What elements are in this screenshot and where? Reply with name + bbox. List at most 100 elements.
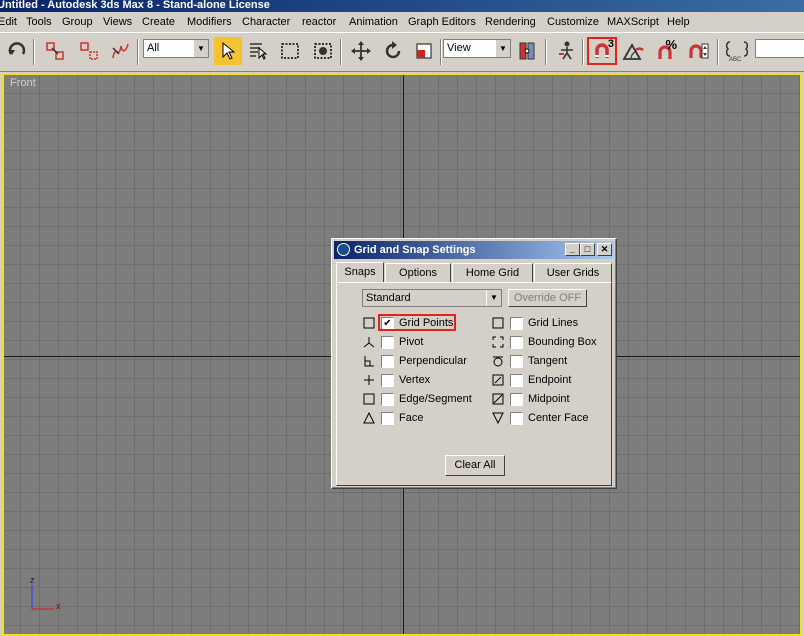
menu-tools[interactable]: Tools bbox=[26, 16, 52, 28]
app-logo-icon bbox=[337, 243, 350, 256]
bounding-box-label: Bounding Box bbox=[528, 336, 597, 348]
move-icon bbox=[351, 41, 371, 61]
perpendicular-checkbox[interactable] bbox=[381, 355, 394, 368]
reference-coordinate-dropdown[interactable]: View ▼ bbox=[443, 39, 511, 58]
close-button[interactable]: ✕ bbox=[597, 243, 612, 256]
edge-segment-checkbox[interactable] bbox=[381, 393, 394, 406]
select-and-move-button[interactable] bbox=[348, 37, 374, 65]
snap-option-tangent[interactable]: Tangent bbox=[491, 354, 611, 370]
tab-snaps[interactable]: Snaps bbox=[336, 262, 384, 283]
menu-rendering[interactable]: Rendering bbox=[485, 16, 536, 28]
snap-option-grid-lines[interactable]: Grid Lines bbox=[491, 316, 611, 332]
use-pivot-center-button[interactable] bbox=[514, 37, 540, 65]
face-checkbox[interactable] bbox=[381, 412, 394, 425]
select-by-name-icon bbox=[250, 43, 268, 60]
toolbar-separator bbox=[717, 39, 719, 65]
midpoint-icon bbox=[491, 392, 505, 406]
svg-text:ABC: ABC bbox=[729, 57, 742, 63]
menu-edit[interactable]: Edit bbox=[0, 16, 17, 28]
select-by-name-button[interactable] bbox=[245, 37, 271, 65]
override-off-button[interactable]: Override OFF bbox=[508, 289, 587, 307]
tab-options[interactable]: Options bbox=[385, 263, 451, 283]
selection-filter-dropdown[interactable]: All ▼ bbox=[143, 39, 209, 58]
select-and-manipulate-button[interactable] bbox=[553, 37, 579, 65]
snap-option-pivot[interactable]: Pivot bbox=[362, 335, 482, 351]
rectangular-selection-button[interactable] bbox=[277, 37, 303, 65]
snap-option-grid-points[interactable]: ✔ Grid Points bbox=[362, 314, 482, 332]
menu-character[interactable]: Character bbox=[242, 16, 290, 28]
spinner-snap-button[interactable] bbox=[686, 37, 712, 65]
pivot-label: Pivot bbox=[399, 336, 424, 348]
menu-group[interactable]: Group bbox=[62, 16, 93, 28]
perpendicular-label: Perpendicular bbox=[399, 355, 467, 367]
select-and-rotate-button[interactable] bbox=[380, 37, 406, 65]
edit-named-selection-button[interactable]: ABC bbox=[724, 37, 750, 65]
scale-icon bbox=[416, 43, 432, 59]
angle-snap-toggle-button[interactable] bbox=[620, 37, 646, 65]
maximize-button[interactable]: □ bbox=[580, 243, 595, 256]
snap-type-dropdown[interactable]: Standard ▼ bbox=[362, 289, 502, 307]
tab-user-grids[interactable]: User Grids bbox=[534, 263, 612, 283]
toolbar-separator bbox=[440, 39, 442, 65]
pivot-checkbox[interactable] bbox=[381, 336, 394, 349]
spinner-snap-icon bbox=[689, 43, 709, 59]
vertex-icon bbox=[362, 373, 376, 387]
minimize-button[interactable]: _ bbox=[565, 243, 580, 256]
center-face-label: Center Face bbox=[528, 412, 589, 424]
grid-lines-label: Grid Lines bbox=[528, 317, 579, 329]
grid-lines-checkbox[interactable] bbox=[510, 317, 523, 330]
named-selection-sets-field[interactable] bbox=[755, 39, 804, 58]
tangent-checkbox[interactable] bbox=[510, 355, 523, 368]
dialog-title-bar[interactable]: Grid and Snap Settings _ □ ✕ bbox=[334, 241, 614, 259]
tangent-icon bbox=[491, 354, 505, 368]
menu-modifiers[interactable]: Modifiers bbox=[187, 16, 232, 28]
snap-option-midpoint[interactable]: Midpoint bbox=[491, 392, 611, 408]
unlink-selection-button[interactable] bbox=[76, 37, 102, 65]
vertex-checkbox[interactable] bbox=[381, 374, 394, 387]
bounding-box-icon bbox=[491, 335, 505, 349]
percent-snap-button[interactable]: % bbox=[652, 37, 678, 65]
snap-option-bounding-box[interactable]: Bounding Box bbox=[491, 335, 611, 351]
snaps-panel: Standard ▼ Override OFF ✔ Grid Points Pi… bbox=[336, 282, 612, 486]
window-crossing-button[interactable] bbox=[310, 37, 336, 65]
bind-to-space-warp-button[interactable] bbox=[107, 37, 133, 65]
undo-button[interactable] bbox=[4, 37, 30, 65]
chevron-down-icon[interactable]: ▼ bbox=[495, 40, 510, 57]
chevron-down-icon[interactable]: ▼ bbox=[486, 290, 501, 306]
midpoint-checkbox[interactable] bbox=[510, 393, 523, 406]
menu-create[interactable]: Create bbox=[142, 16, 175, 28]
named-selection-icon: ABC bbox=[725, 41, 749, 63]
chevron-down-icon[interactable]: ▼ bbox=[193, 40, 208, 57]
snap-option-endpoint[interactable]: Endpoint bbox=[491, 373, 611, 389]
menu-customize[interactable]: Customize bbox=[547, 16, 599, 28]
select-and-scale-button[interactable] bbox=[411, 37, 437, 65]
menu-animation[interactable]: Animation bbox=[349, 16, 398, 28]
center-face-checkbox[interactable] bbox=[510, 412, 523, 425]
snap-option-vertex[interactable]: Vertex bbox=[362, 373, 482, 389]
viewport-label[interactable]: Front bbox=[10, 77, 36, 89]
highlight-box bbox=[378, 314, 456, 331]
space-warp-icon bbox=[112, 43, 129, 59]
snap-option-center-face[interactable]: Center Face bbox=[491, 411, 611, 427]
select-and-link-button[interactable] bbox=[42, 37, 68, 65]
menu-graph-editors[interactable]: Graph Editors bbox=[408, 16, 476, 28]
snap-option-edge-segment[interactable]: Edge/Segment bbox=[362, 392, 482, 408]
menu-reactor[interactable]: reactor bbox=[302, 16, 336, 28]
unlink-icon bbox=[80, 42, 98, 60]
snap-option-perpendicular[interactable]: Perpendicular bbox=[362, 354, 482, 370]
tab-home-grid[interactable]: Home Grid bbox=[452, 263, 533, 283]
manipulate-icon bbox=[559, 41, 573, 60]
select-object-button[interactable] bbox=[214, 37, 242, 65]
menu-maxscript[interactable]: MAXScript bbox=[607, 16, 659, 28]
menu-views[interactable]: Views bbox=[103, 16, 132, 28]
snaps-toggle-button[interactable]: 3 bbox=[587, 37, 617, 65]
rotate-icon bbox=[385, 41, 401, 59]
bounding-box-checkbox[interactable] bbox=[510, 336, 523, 349]
axis-tripod: z x bbox=[26, 575, 66, 615]
tab-user-grids-label: User Grids bbox=[546, 267, 600, 279]
snap-option-face[interactable]: Face bbox=[362, 411, 482, 427]
endpoint-checkbox[interactable] bbox=[510, 374, 523, 387]
clear-all-button[interactable]: Clear All bbox=[445, 455, 505, 476]
menu-help[interactable]: Help bbox=[667, 16, 690, 28]
tangent-label: Tangent bbox=[528, 355, 568, 367]
